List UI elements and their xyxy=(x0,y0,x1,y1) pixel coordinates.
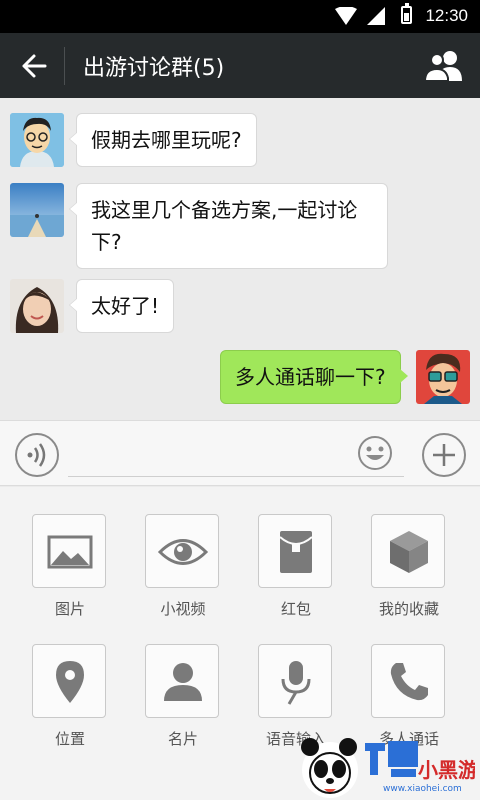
avatar-cartoon-glasses xyxy=(416,350,470,404)
battery-icon xyxy=(401,3,412,24)
tool-label: 红包 xyxy=(280,600,311,618)
status-bar: 12:30 xyxy=(0,0,480,33)
status-time: 12:30 xyxy=(425,6,468,25)
chat-area[interactable]: 假期去哪里玩呢? 我这里几个备选方案,一起讨论下? 太好了! 多人通话聊一下? xyxy=(0,98,480,420)
watermark-logo: 小黑游戏 www.xiaohei.com xyxy=(301,738,475,798)
avatar-self[interactable] xyxy=(416,350,470,404)
plus-icon xyxy=(433,444,455,466)
message-bubble-self[interactable]: 多人通话聊一下? xyxy=(220,350,408,404)
message-input[interactable] xyxy=(68,439,404,477)
tool-group-call-box xyxy=(371,644,445,718)
watermark-text: 小黑游戏 xyxy=(418,758,475,782)
signal-icon xyxy=(367,7,385,25)
image-icon xyxy=(47,535,93,569)
voice-toggle-button[interactable] xyxy=(15,433,59,477)
page-title: 出游讨论群(5) xyxy=(83,56,225,81)
tool-video-box xyxy=(145,514,219,588)
eye-icon xyxy=(158,539,208,565)
microphone-icon xyxy=(281,661,311,705)
avatar[interactable] xyxy=(10,113,64,167)
phone-icon xyxy=(390,663,428,701)
tool-contact-card-box xyxy=(145,644,219,718)
tool-label: 图片 xyxy=(54,600,85,618)
tool-label: 小视频 xyxy=(160,600,206,618)
header-divider xyxy=(64,47,65,85)
tool-label: 名片 xyxy=(167,730,198,748)
wifi-icon xyxy=(335,7,357,25)
voice-wave-icon xyxy=(27,443,46,467)
watermark-url: www.xiaohei.com xyxy=(383,784,462,794)
avatar-cartoon-man xyxy=(10,113,64,167)
avatar[interactable] xyxy=(10,183,64,237)
avatar[interactable] xyxy=(10,279,64,333)
group-members-icon[interactable] xyxy=(424,48,464,82)
emoji-icon[interactable] xyxy=(357,435,393,471)
cube-icon xyxy=(390,531,428,573)
tool-label: 位置 xyxy=(54,730,85,748)
message-bubble[interactable]: 假期去哪里玩呢? xyxy=(69,113,257,167)
more-options-button[interactable] xyxy=(422,433,466,477)
tool-location-box xyxy=(32,644,106,718)
message-bubble[interactable]: 太好了! xyxy=(68,279,175,333)
tool-image-box xyxy=(32,514,106,588)
back-arrow-icon[interactable] xyxy=(18,51,48,81)
tool-label: 我的收藏 xyxy=(378,600,439,618)
tool-red-packet-box xyxy=(258,514,332,588)
avatar-girl xyxy=(10,279,64,333)
message-bubble[interactable]: 我这里几个备选方案,一起讨论下? xyxy=(69,183,388,269)
avatar-landscape xyxy=(10,183,64,237)
chat-header: 出游讨论群(5) xyxy=(0,33,480,98)
person-icon xyxy=(164,663,202,701)
location-pin-icon xyxy=(56,661,84,703)
input-bar xyxy=(0,420,480,486)
tool-favorites-box xyxy=(371,514,445,588)
red-packet-icon xyxy=(279,531,313,573)
tool-voice-input-box xyxy=(258,644,332,718)
